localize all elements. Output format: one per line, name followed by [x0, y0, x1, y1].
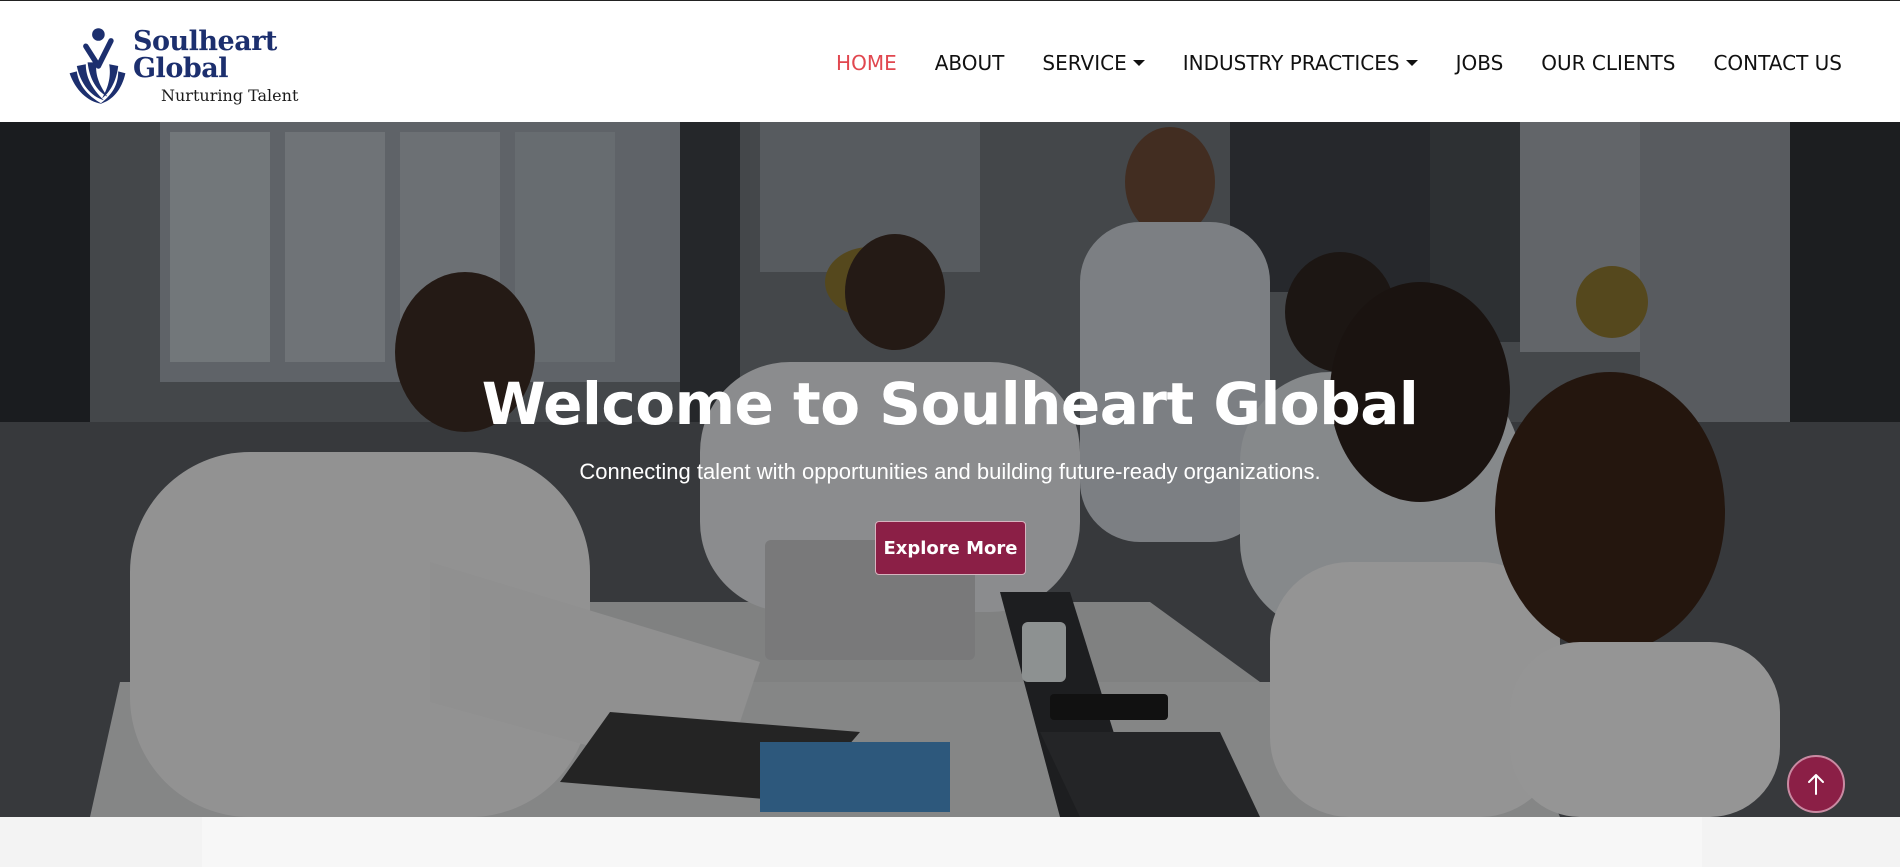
nav-item-our-clients[interactable]: OUR CLIENTS [1541, 51, 1675, 75]
nav-item-label: HOME [836, 51, 897, 75]
scroll-to-top-button[interactable] [1787, 755, 1845, 813]
brand-logo[interactable]: Soulheart Global Nurturing Talent [66, 21, 356, 111]
arrow-up-icon [1808, 774, 1824, 795]
nav-item-label: CONTACT US [1713, 51, 1842, 75]
chevron-down-icon [1405, 60, 1418, 66]
next-section [0, 817, 1900, 867]
nav-item-label: ABOUT [934, 51, 1005, 75]
nav-item-label: INDUSTRY PRACTICES [1182, 51, 1400, 75]
explore-more-button[interactable]: Explore More [875, 521, 1026, 575]
nav-item-service[interactable]: SERVICE [1042, 51, 1145, 75]
nav-item-about[interactable]: ABOUT [935, 51, 1005, 75]
site-header: Soulheart Global Nurturing Talent HOME A… [0, 0, 1900, 122]
brand-tagline: Nurturing Talent [161, 86, 299, 105]
main-nav: HOME ABOUT SERVICE INDUSTRY PRACTICES JO… [798, 43, 1842, 83]
nav-item-industry-practices[interactable]: INDUSTRY PRACTICES [1183, 51, 1418, 75]
nav-item-jobs[interactable]: JOBS [1456, 51, 1504, 75]
chevron-down-icon [1132, 60, 1145, 66]
hero-subtitle: Connecting talent with opportunities and… [579, 459, 1321, 484]
nav-item-contact-us[interactable]: CONTACT US [1713, 51, 1842, 75]
hero-section: Welcome to Soulheart Global Connecting t… [0, 122, 1900, 817]
content-card [202, 817, 1702, 867]
person-leaves-icon [69, 28, 126, 104]
hero-title: Welcome to Soulheart Global [481, 370, 1419, 438]
nav-item-label: OUR CLIENTS [1541, 51, 1676, 75]
nav-item-home[interactable]: HOME [836, 51, 897, 75]
nav-item-label: JOBS [1455, 51, 1504, 75]
brand-name: Soulheart Global [133, 26, 277, 84]
nav-item-label: SERVICE [1042, 51, 1127, 75]
brand-text: Soulheart Global Nurturing Talent [133, 28, 356, 104]
